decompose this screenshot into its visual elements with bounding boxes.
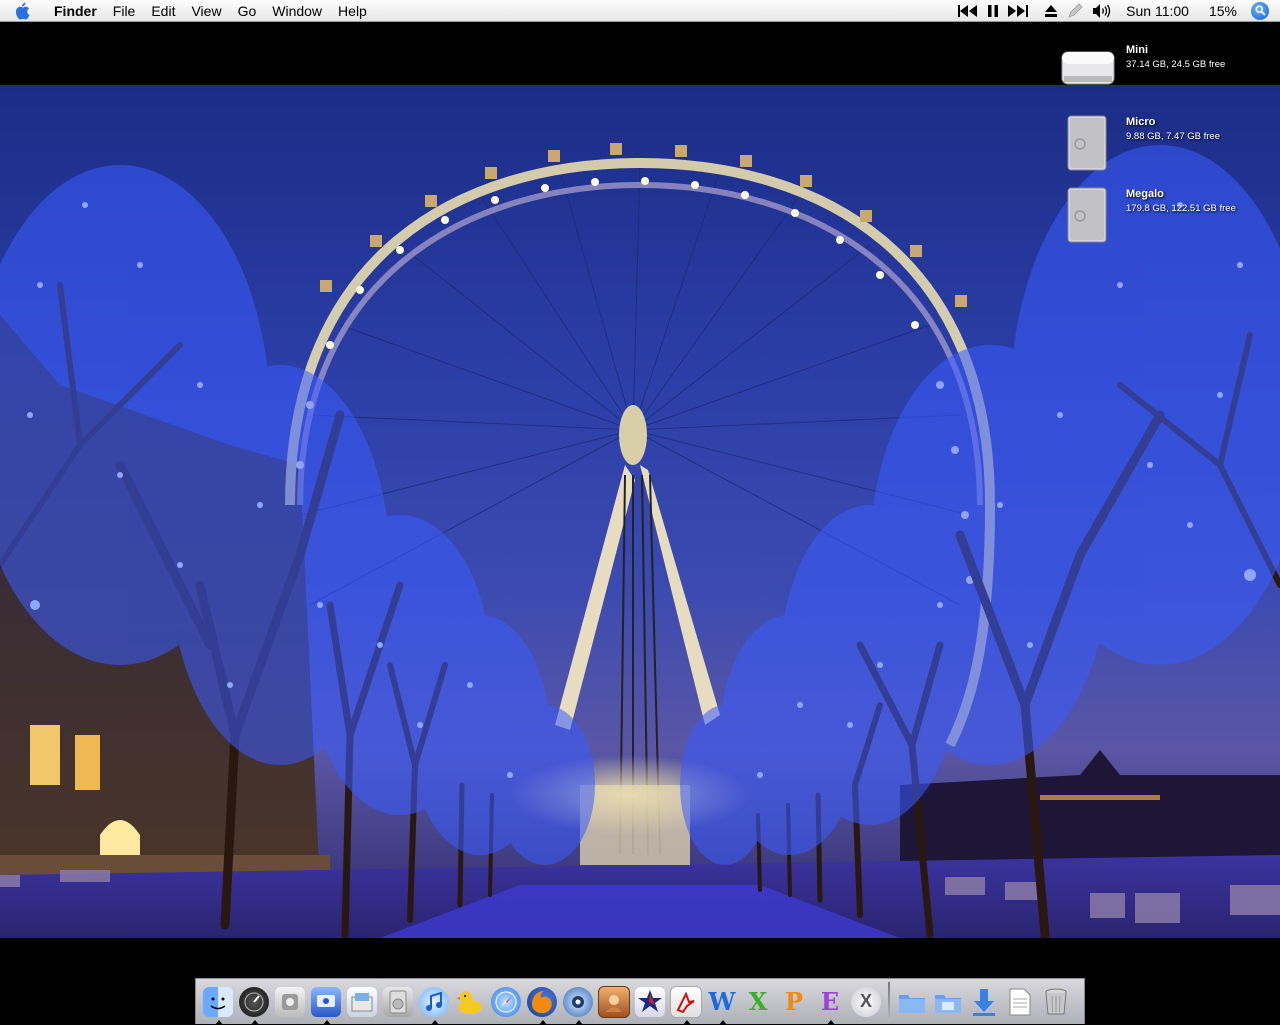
itunes-icon [419,986,449,1017]
dock-text-document[interactable] [1002,982,1038,1022]
menu-edit[interactable]: Edit [143,0,183,22]
volume-name: Megalo [1126,188,1164,200]
trash-icon [1041,987,1071,1017]
dock-applications-folder[interactable] [894,982,930,1022]
eject-icon[interactable] [1033,0,1062,22]
x11-icon: X [851,986,881,1017]
ichat-icon [311,986,341,1017]
volume-micro[interactable]: Micro 9.88 GB, 7.47 GB free [1060,114,1270,178]
downloads-icon [969,987,999,1017]
menu-go[interactable]: Go [230,0,265,22]
dock-firefox[interactable] [524,982,560,1025]
firefox-icon [527,986,557,1017]
menu-bar: Finder File Edit View Go Window Help Sun… [0,0,1280,22]
powerpoint-icon: P [784,987,804,1016]
script-icon[interactable] [1062,0,1088,22]
dock-cyberduck[interactable] [452,982,488,1022]
menu-finder[interactable]: Finder [44,0,105,22]
dock-word[interactable]: W [704,982,740,1025]
dock-ichat[interactable] [308,982,344,1025]
battery-status[interactable]: 15% [1199,0,1247,22]
dock: W X P E X [195,978,1085,1025]
photo-icon [598,985,630,1018]
documents-folder-icon [933,987,963,1017]
dock-photo-app[interactable] [596,982,632,1022]
finder-icon [203,986,233,1017]
dvd-player-icon [383,986,413,1017]
dock-downloads-folder[interactable] [966,982,1002,1022]
menu-window[interactable]: Window [264,0,330,22]
menu-file[interactable]: File [105,0,144,22]
dock-powerpoint[interactable]: P [776,982,812,1022]
document-icon [1005,987,1035,1017]
applications-folder-icon [897,987,927,1017]
dock-dvd-player[interactable] [380,982,416,1022]
dock-excel[interactable]: X [740,982,776,1022]
pause-icon[interactable] [983,0,1003,22]
spotlight-icon[interactable] [1251,1,1269,20]
dock-finder[interactable] [200,982,236,1025]
external-drive-icon [1060,114,1116,174]
dock-system-preferences[interactable] [272,982,308,1022]
volume-info: 9.88 GB, 7.47 GB free [1126,131,1220,142]
next-track-icon[interactable] [1003,0,1033,22]
star-icon [635,986,665,1017]
dock-safari[interactable] [488,982,524,1022]
dock-itunes[interactable] [416,982,452,1025]
apple-menu-icon[interactable] [0,2,44,20]
previous-track-icon[interactable] [953,0,983,22]
external-drive-icon [1060,186,1116,246]
duck-icon [455,987,485,1017]
volume-info: 37.14 GB, 24.5 GB free [1126,59,1226,70]
word-icon: W [708,987,736,1016]
volume-name: Mini [1126,44,1148,56]
menu-help[interactable]: Help [330,0,375,22]
dock-preview[interactable] [344,982,380,1022]
dock-acrobat[interactable] [668,982,704,1025]
volume-icon[interactable] [1088,0,1116,22]
dock-documents-folder[interactable] [930,982,966,1022]
dock-trash[interactable] [1038,982,1074,1022]
volume-megalo[interactable]: Megalo 179.8 GB, 122.51 GB free [1060,186,1270,250]
safari-icon [491,986,521,1017]
dock-entourage[interactable]: E [812,982,848,1025]
entourage-icon: E [820,987,840,1016]
dock-camino[interactable] [560,982,596,1025]
mac-mini-icon [1060,42,1116,102]
dock-dashboard[interactable] [236,982,272,1025]
excel-icon: X [748,987,768,1016]
camino-icon [563,986,593,1017]
dock-star-app[interactable] [632,982,668,1022]
volume-mini[interactable]: Mini 37.14 GB, 24.5 GB free [1060,42,1270,106]
dock-x11[interactable]: X [848,982,884,1022]
preview-icon [347,986,377,1017]
acrobat-icon [670,985,702,1018]
menu-view[interactable]: View [183,0,229,22]
dock-separator [888,981,890,1022]
menu-clock[interactable]: Sun 11:00 [1116,0,1199,22]
volume-name: Micro [1126,116,1156,128]
system-preferences-icon [275,986,305,1017]
volume-info: 179.8 GB, 122.51 GB free [1126,203,1236,214]
dashboard-icon [239,986,269,1017]
